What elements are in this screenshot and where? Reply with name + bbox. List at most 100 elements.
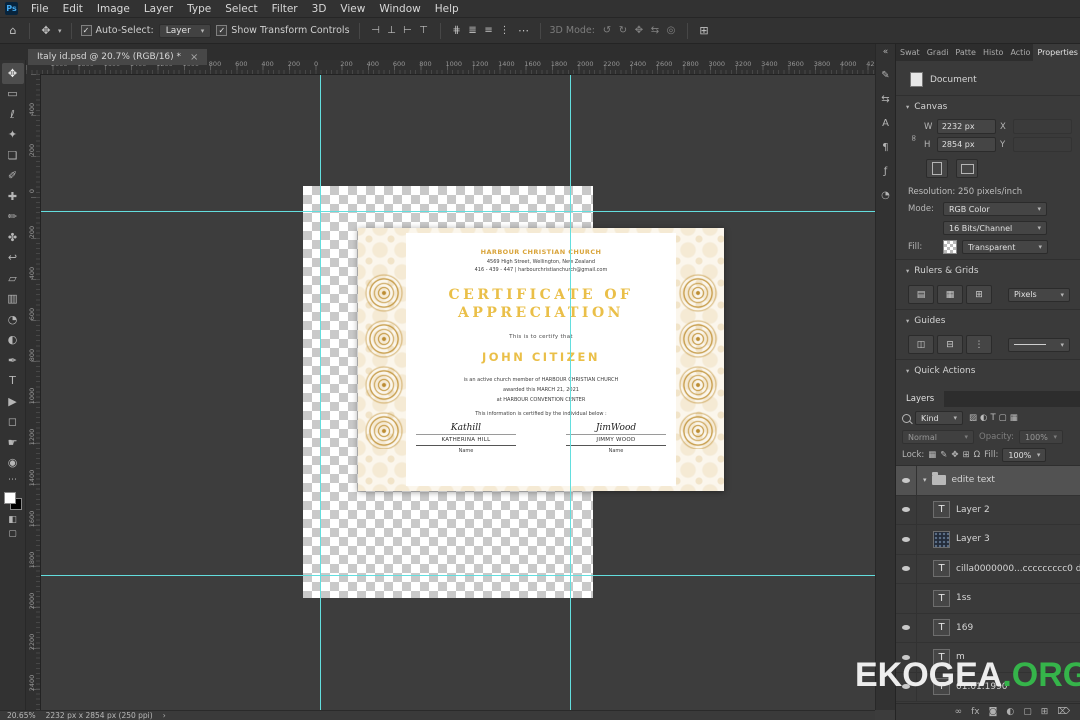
guide-button-0[interactable]: ◫: [908, 335, 934, 354]
kind-dropdown[interactable]: Kind ▾: [915, 411, 963, 425]
type-tool[interactable]: T: [2, 371, 24, 392]
mode3d-icon-2[interactable]: ✥: [632, 25, 646, 36]
home-icon[interactable]: ⌂: [6, 24, 20, 37]
guide-button-2[interactable]: ⋮: [966, 335, 992, 354]
pen-tool[interactable]: ✒: [2, 350, 24, 371]
glyphs-panel-icon[interactable]: ƒ: [884, 166, 888, 177]
kind-filter-icon-1[interactable]: ◐: [980, 413, 987, 423]
menu-item-3d[interactable]: 3D: [305, 3, 334, 15]
rulers-grids-section-header[interactable]: ▾ Rulers & Grids: [896, 259, 1080, 280]
layers-bottom-icon-3[interactable]: ◐: [1006, 707, 1014, 717]
visibility-toggle[interactable]: [896, 466, 917, 495]
path-selection-tool[interactable]: ▶: [2, 391, 24, 412]
show-transform-checkbox[interactable]: ✓: [216, 25, 228, 36]
brushes-panel-icon[interactable]: ✎: [881, 70, 889, 81]
shape-tool[interactable]: ◻: [2, 412, 24, 433]
brush-tool[interactable]: ✏: [2, 207, 24, 228]
visibility-toggle[interactable]: [896, 554, 917, 583]
kind-filter-icon-2[interactable]: T: [990, 413, 995, 423]
guide-style-dropdown[interactable]: ▾: [1008, 337, 1070, 352]
layer-row[interactable]: Layer 3: [896, 525, 1080, 555]
canvas-section-header[interactable]: ▾ Canvas: [896, 95, 1080, 116]
workspace-icon[interactable]: ⊞: [697, 24, 711, 37]
menu-item-filter[interactable]: Filter: [265, 3, 305, 15]
eyedropper-tool[interactable]: ✐: [2, 166, 24, 187]
swap-panel-icon[interactable]: ⇆: [881, 94, 889, 105]
mode3d-icon-3[interactable]: ⇆: [648, 25, 662, 36]
ruler-left[interactable]: 400 200 0 200 400 600 800 1000 1200 1400 1600 1800 2…: [26, 74, 41, 710]
character-panel-icon[interactable]: A: [882, 118, 889, 129]
layers-bottom-icon-6[interactable]: ⌦: [1057, 707, 1070, 717]
align-icon-2[interactable]: ⊢: [401, 25, 415, 36]
horizontal-guide[interactable]: [40, 211, 875, 212]
lock-icon-1[interactable]: ✎: [940, 450, 947, 460]
layer-row[interactable]: T Layer 2: [896, 495, 1080, 525]
align-icon-1[interactable]: ⊥: [385, 25, 399, 36]
blur-tool[interactable]: ◔: [2, 309, 24, 330]
tab-layers[interactable]: Layers: [896, 391, 945, 407]
menu-item-type[interactable]: Type: [180, 3, 218, 15]
panel-tab-actio[interactable]: Actio: [1006, 44, 1033, 61]
healing-brush-tool[interactable]: ✚: [2, 186, 24, 207]
layer-row[interactable]: T 169: [896, 613, 1080, 643]
screen-mode-icon[interactable]: ▢: [2, 527, 24, 541]
fill-dropdown[interactable]: Transparent ▾: [962, 240, 1048, 254]
quick-selection-tool[interactable]: ✦: [2, 125, 24, 146]
collapse-panels-icon[interactable]: «: [883, 47, 889, 57]
quick-mask-icon[interactable]: ◧: [2, 513, 24, 527]
panel-tab-properties[interactable]: Properties: [1033, 44, 1080, 61]
menu-item-help[interactable]: Help: [428, 3, 466, 15]
document-properties-row[interactable]: Document: [904, 69, 1072, 90]
document-tab[interactable]: Italy id.psd @ 20.7% (RGB/16) * ×: [28, 49, 208, 65]
distribute-icon-3[interactable]: ⋮: [498, 25, 512, 36]
certificate-artwork[interactable]: HARBOUR CHRISTIAN CHURCH 4569 High Stree…: [358, 228, 724, 491]
align-icon-3[interactable]: ⊤: [417, 25, 431, 36]
layers-bottom-icon-5[interactable]: ⊞: [1041, 707, 1049, 717]
eraser-tool[interactable]: ▱: [2, 268, 24, 289]
zoom-tool[interactable]: ◉: [2, 453, 24, 474]
visibility-toggle[interactable]: [896, 613, 917, 642]
dodge-tool[interactable]: ◐: [2, 330, 24, 351]
visibility-toggle[interactable]: [896, 525, 917, 554]
menu-item-file[interactable]: File: [24, 3, 56, 15]
layers-fill-dropdown[interactable]: 100% ▾: [1002, 448, 1047, 462]
chevron-down-icon[interactable]: ▾: [58, 27, 62, 35]
ruler-grid-button-0[interactable]: ▤: [908, 285, 934, 304]
paragraph-panel-icon[interactable]: ¶: [882, 142, 888, 153]
lock-icon-0[interactable]: ▦: [928, 450, 936, 460]
foreground-color-swatch[interactable]: [3, 492, 16, 504]
crop-tool[interactable]: ❏: [2, 145, 24, 166]
portrait-orientation-button[interactable]: [926, 159, 948, 178]
align-icon-0[interactable]: ⊣: [369, 25, 383, 36]
visibility-toggle[interactable]: [896, 584, 917, 613]
link-dimensions-icon[interactable]: ∞: [908, 134, 918, 142]
clone-stamp-tool[interactable]: ✤: [2, 227, 24, 248]
layers-bottom-icon-2[interactable]: ◙: [989, 707, 998, 717]
width-field[interactable]: 2232 px: [936, 119, 996, 134]
kind-filter-icon-0[interactable]: ▨: [969, 413, 977, 423]
lock-icon-2[interactable]: ✥: [951, 450, 958, 460]
layer-row[interactable]: ▾ edite text: [896, 466, 1080, 496]
fill-swatch[interactable]: [943, 240, 957, 254]
panel-tab-histo[interactable]: Histo: [979, 44, 1006, 61]
canvas[interactable]: HARBOUR CHRISTIAN CHURCH 4569 High Stree…: [40, 74, 875, 710]
kind-filter-icon-4[interactable]: ▦: [1010, 413, 1018, 423]
menu-item-layer[interactable]: Layer: [137, 3, 180, 15]
layers-bottom-icon-1[interactable]: fx: [971, 707, 980, 717]
history-brush-tool[interactable]: ↩: [2, 248, 24, 269]
x-field[interactable]: [1012, 119, 1072, 134]
panel-tab-patte[interactable]: Patte: [951, 44, 979, 61]
distribute-icon-1[interactable]: ≣: [466, 25, 480, 36]
guide-button-1[interactable]: ⊟: [937, 335, 963, 354]
mode3d-icon-4[interactable]: ◎: [664, 25, 678, 36]
blend-mode-dropdown[interactable]: Normal ▾: [902, 430, 974, 444]
horizontal-guide[interactable]: [40, 575, 875, 576]
bit-depth-dropdown[interactable]: 16 Bits/Channel ▾: [943, 221, 1047, 235]
lock-icon-4[interactable]: Ω: [974, 450, 981, 460]
menu-item-view[interactable]: View: [333, 3, 372, 15]
mode3d-icon-1[interactable]: ↻: [616, 25, 630, 36]
menu-item-window[interactable]: Window: [372, 3, 427, 15]
guides-section-header[interactable]: ▾ Guides: [896, 309, 1080, 330]
layer-row[interactable]: T 1ss: [896, 584, 1080, 614]
hand-tool[interactable]: ☛: [2, 432, 24, 453]
